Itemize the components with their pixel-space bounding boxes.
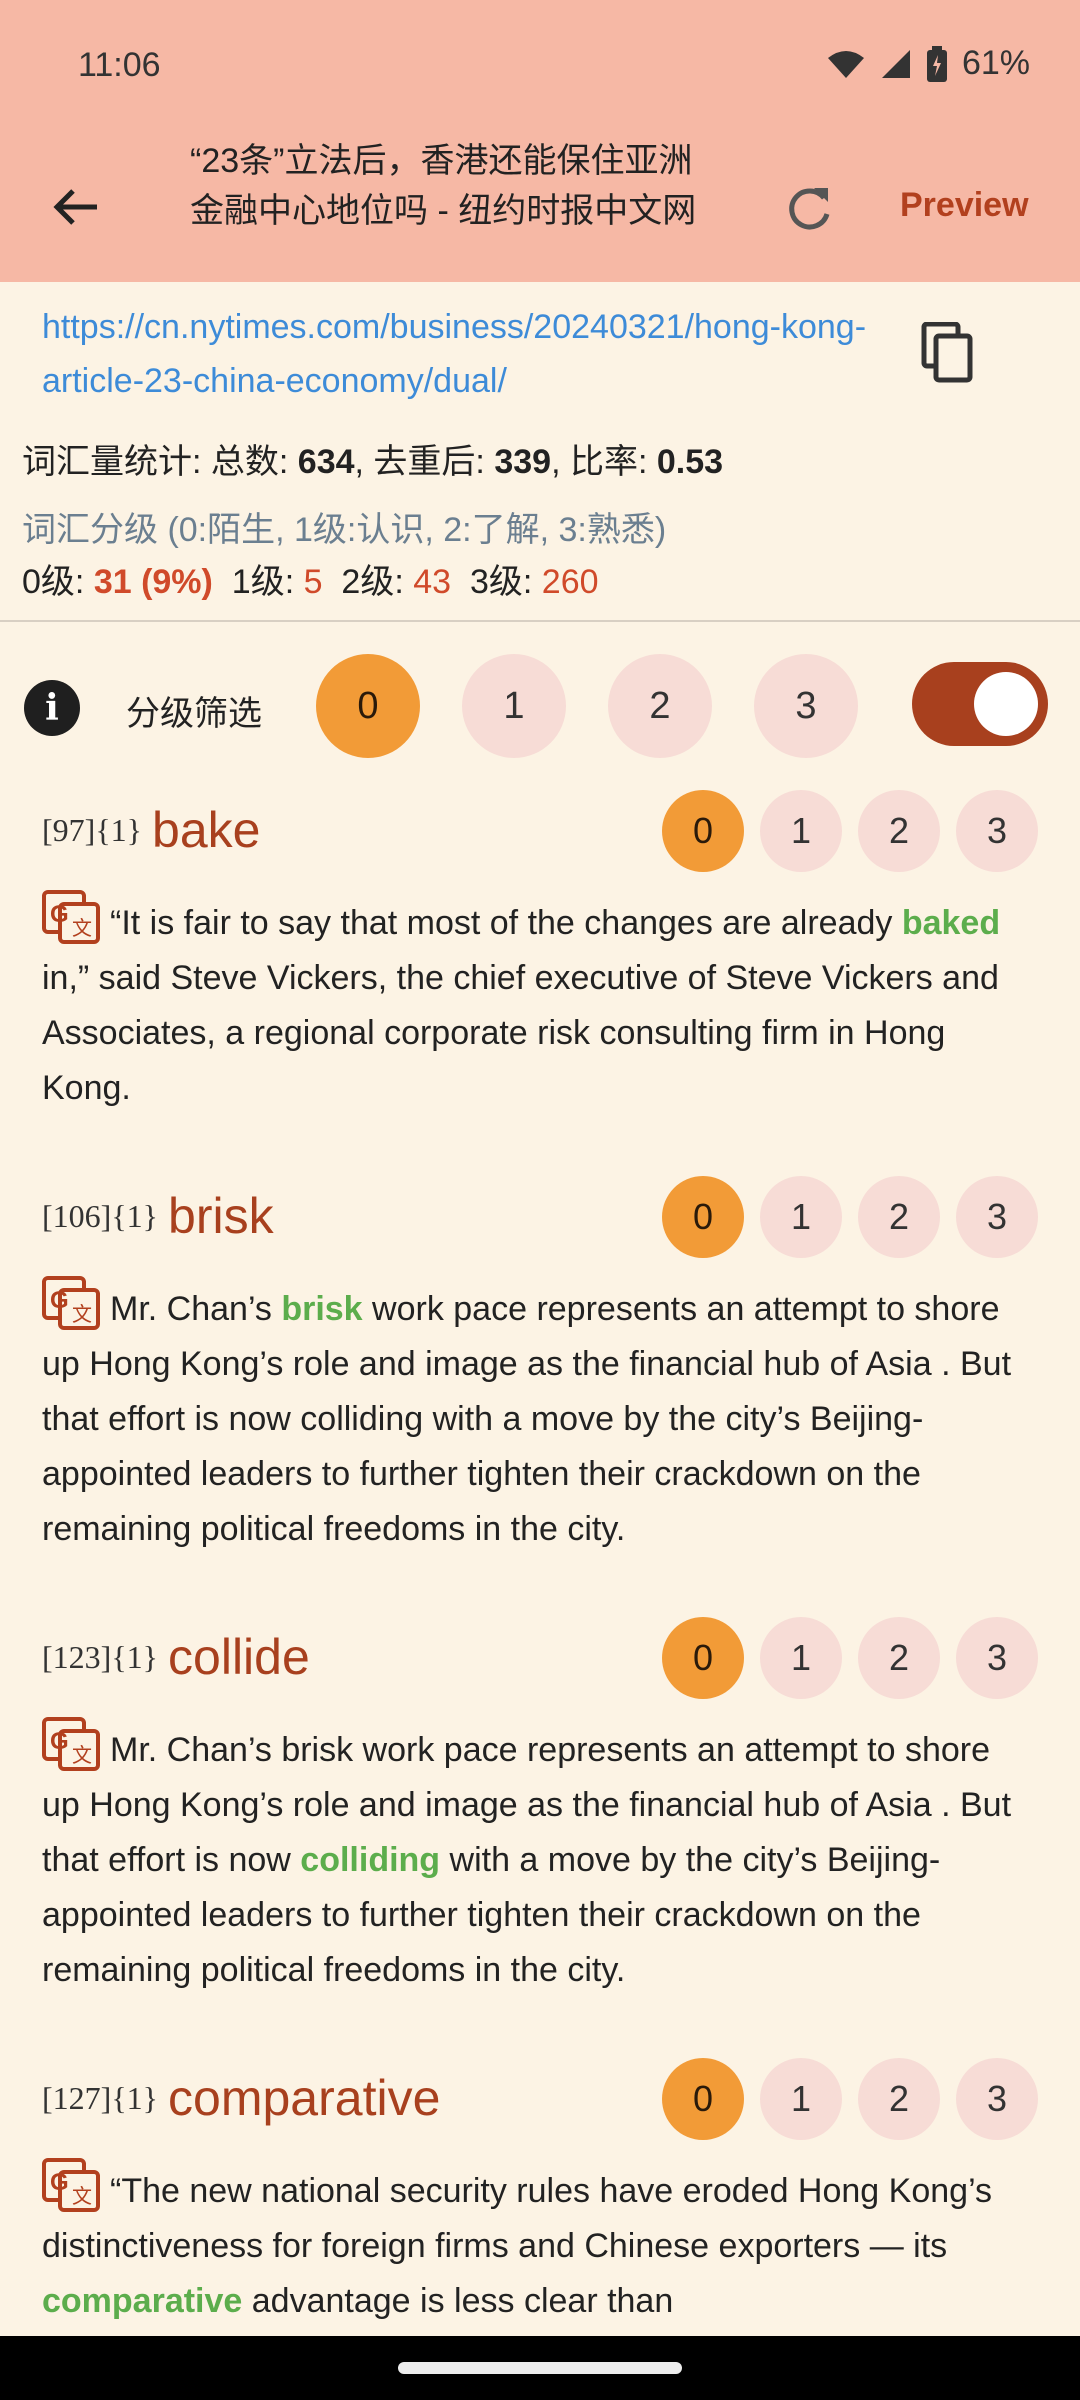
refresh-button[interactable] (774, 174, 844, 244)
page-title: “23条”立法后，香港还能保住亚洲金融中心地位吗 - 纽约时报中文网 (190, 142, 697, 230)
svg-text:G: G (50, 1287, 69, 1314)
example-sentence: G 文 Mr. Chan’s brisk work pace represents … (42, 1276, 1037, 1557)
word-level-0-chip[interactable]: 0 (662, 2058, 744, 2140)
filter-level-2-chip[interactable]: 2 (608, 654, 712, 758)
toggle-knob (974, 672, 1038, 736)
level1-count: 5 (303, 563, 323, 601)
home-handle[interactable] (398, 2362, 682, 2374)
translate-icon[interactable]: G文 (42, 890, 100, 944)
cell-signal-icon (881, 49, 910, 78)
refresh-icon (789, 188, 830, 230)
navigation-bar (0, 2336, 1080, 2400)
level2-count: 43 (413, 563, 452, 601)
word-level-1-chip[interactable]: 1 (760, 790, 842, 872)
highlighted-word: comparative (42, 2282, 243, 2320)
word-level-0-chip[interactable]: 0 (662, 790, 744, 872)
status-icons: 61% (826, 44, 1030, 83)
copy-icon (921, 321, 973, 383)
word-title[interactable]: bake (152, 801, 260, 859)
article-url[interactable]: https://cn.nytimes.com/business/20240321… (42, 300, 872, 408)
total-count: 634 (297, 443, 355, 481)
word-index: [127]{1} (42, 2079, 159, 2116)
battery-percent: 61% (961, 44, 1030, 82)
unique-count: 339 (494, 443, 552, 481)
copy-button[interactable] (920, 321, 990, 398)
grade-caption: 词汇分级 (0:陌生, 1级:认识, 2:了解, 3:熟悉) (22, 511, 667, 549)
ratio-value: 0.53 (656, 443, 724, 481)
back-button[interactable] (40, 172, 110, 242)
word-title[interactable]: brisk (168, 1187, 274, 1245)
wifi-icon (827, 50, 864, 78)
highlighted-word: colliding (300, 1841, 441, 1879)
word-index: [106]{1} (42, 1197, 159, 1234)
info-icon[interactable]: i (24, 680, 80, 736)
grade-counts: 0级: 31 (9%) 1级: 5 2级: 43 3级: 260 (22, 563, 599, 601)
arrow-back-icon (53, 189, 97, 225)
highlighted-word: baked (901, 904, 1001, 942)
word-level-2-chip[interactable]: 2 (858, 2058, 940, 2140)
preview-button[interactable]: Preview (900, 186, 1029, 225)
example-sentence: G 文 “It is fair to say that most of the ch… (42, 890, 1037, 1116)
highlighted-word: brisk (281, 1290, 363, 1328)
word-level-3-chip[interactable]: 3 (956, 1617, 1038, 1699)
svg-text:文: 文 (72, 1303, 92, 1326)
word-title[interactable]: collide (168, 1628, 310, 1686)
word-title[interactable]: comparative (168, 2069, 440, 2127)
word-level-1-chip[interactable]: 1 (760, 1617, 842, 1699)
filter-label: 分级筛选 (126, 695, 262, 733)
word-level-3-chip[interactable]: 3 (956, 790, 1038, 872)
status-bar: 11:06 61% (0, 0, 1080, 136)
word-header: [123]{1} collide (42, 1617, 310, 1697)
filter-toggle[interactable] (912, 662, 1048, 746)
word-level-3-chip[interactable]: 3 (956, 2058, 1038, 2140)
word-header: [97]{1} bake (42, 790, 260, 870)
word-level-3-chip[interactable]: 3 (956, 1176, 1038, 1258)
word-header: [106]{1} brisk (42, 1176, 274, 1256)
example-sentence: G 文 Mr. Chan’s brisk work pace represents … (42, 1717, 1037, 1998)
word-level-2-chip[interactable]: 2 (858, 790, 940, 872)
translate-icon[interactable]: G文 (42, 2158, 100, 2212)
example-sentence: G 文 “The new national security rules have … (42, 2158, 1037, 2329)
level0-count: 31 (9%) (93, 563, 213, 601)
level3-count: 260 (541, 563, 599, 601)
word-level-2-chip[interactable]: 2 (858, 1617, 940, 1699)
status-time: 11:06 (78, 46, 161, 84)
word-level-1-chip[interactable]: 1 (760, 1176, 842, 1258)
svg-text:G: G (50, 1728, 69, 1755)
word-level-0-chip[interactable]: 0 (662, 1617, 744, 1699)
filter-level-1-chip[interactable]: 1 (462, 654, 566, 758)
battery-icon (926, 45, 947, 82)
svg-text:G: G (50, 901, 69, 928)
word-level-0-chip[interactable]: 0 (662, 1176, 744, 1258)
word-level-2-chip[interactable]: 2 (858, 1176, 940, 1258)
svg-text:文: 文 (72, 1744, 92, 1767)
translate-icon[interactable]: G文 (42, 1276, 100, 1330)
word-header: [127]{1} comparative (42, 2058, 440, 2138)
svg-text:文: 文 (72, 2185, 92, 2208)
filter-row: i 分级筛选 0 1 2 3 (0, 650, 1080, 762)
word-level-1-chip[interactable]: 1 (760, 2058, 842, 2140)
word-index: [97]{1} (42, 811, 143, 848)
vocab-stats: 词汇量统计: 总数: 634, 去重后: 339, 比率: 0.53 (22, 443, 724, 481)
svg-text:文: 文 (72, 917, 92, 940)
translate-icon[interactable]: G文 (42, 1717, 100, 1771)
article-info: https://cn.nytimes.com/business/20240321… (0, 282, 1080, 622)
word-index: [123]{1} (42, 1638, 159, 1675)
svg-text:G: G (50, 2169, 69, 2196)
app-bar: “23条”立法后，香港还能保住亚洲金融中心地位吗 - 纽约时报中文网 Previ… (0, 136, 1080, 282)
filter-level-0-chip[interactable]: 0 (316, 654, 420, 758)
filter-level-3-chip[interactable]: 3 (754, 654, 858, 758)
divider (0, 620, 1080, 622)
